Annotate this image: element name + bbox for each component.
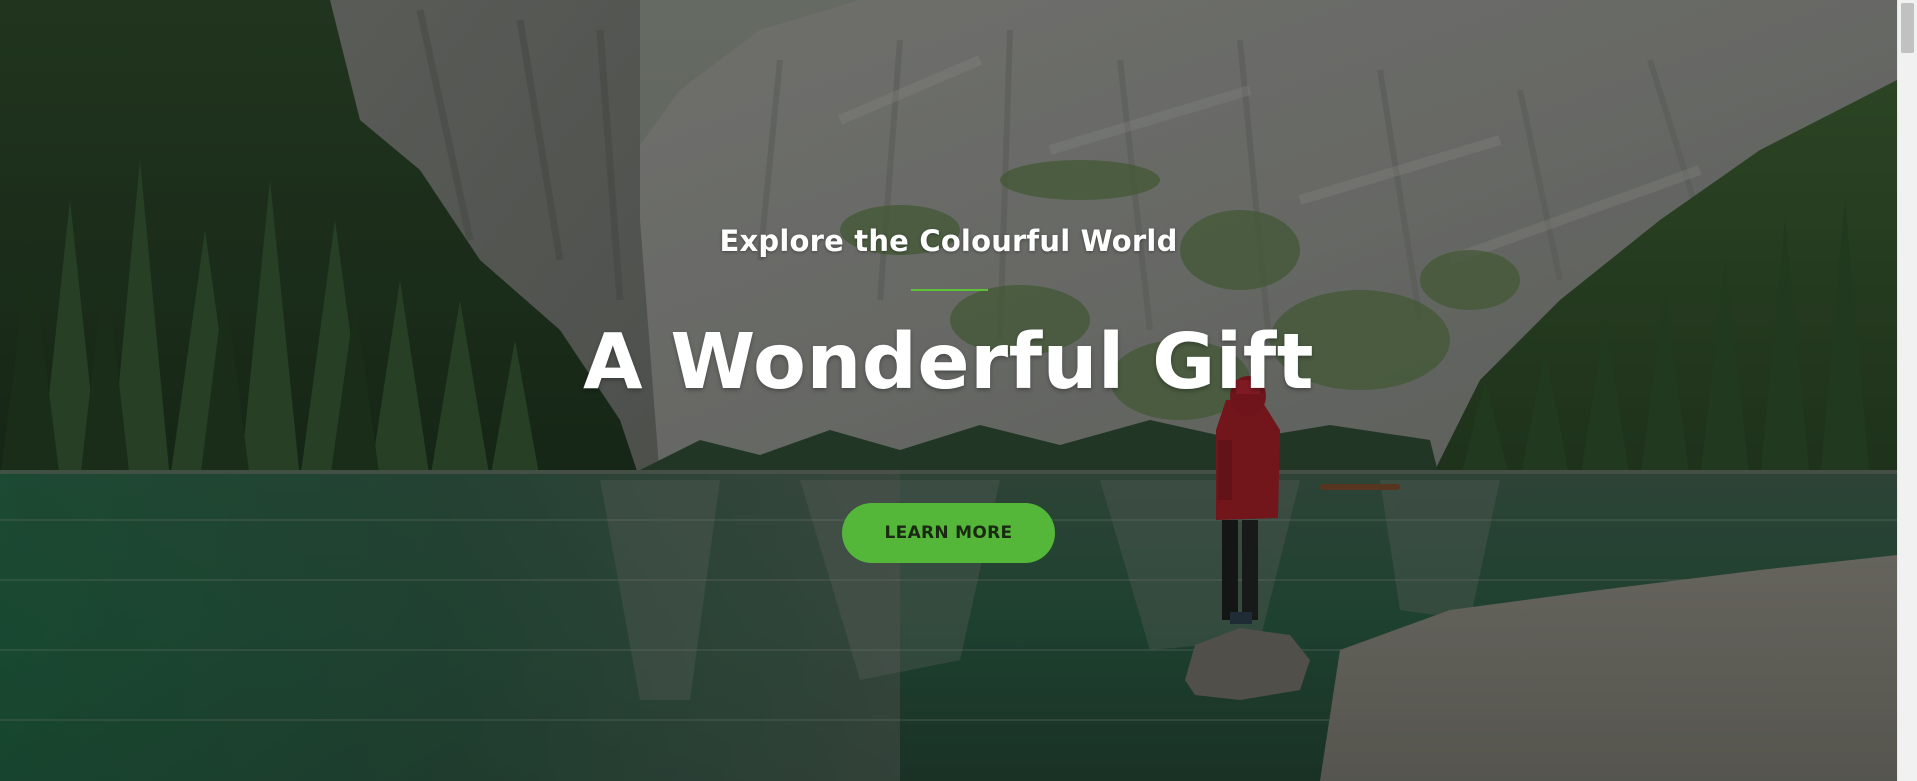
learn-more-button[interactable]: LEARN MORE — [842, 503, 1055, 563]
page-viewport: Explore the Colourful World A Wonderful … — [0, 0, 1897, 781]
hero-subtitle: Explore the Colourful World — [719, 224, 1178, 258]
scrollbar-thumb[interactable] — [1901, 3, 1914, 53]
title-divider — [911, 289, 988, 291]
hero-section: Explore the Colourful World A Wonderful … — [0, 0, 1897, 781]
hero-title: A Wonderful Gift — [582, 318, 1315, 407]
page-scrollbar[interactable] — [1897, 0, 1917, 781]
hero-content: Explore the Colourful World A Wonderful … — [0, 0, 1897, 781]
